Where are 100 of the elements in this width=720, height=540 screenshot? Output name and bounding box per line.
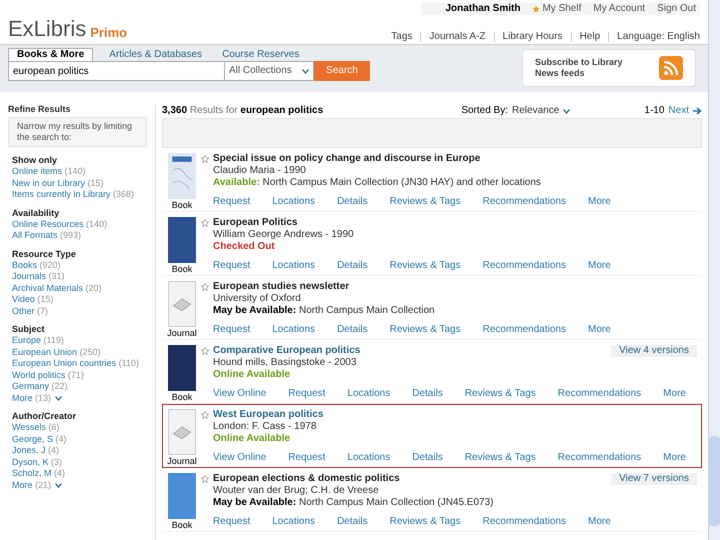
user-link[interactable]: My Account bbox=[593, 3, 646, 15]
nav-link[interactable]: Library Hours bbox=[502, 31, 563, 43]
chevron-down-icon[interactable] bbox=[563, 108, 570, 114]
facet-link[interactable]: Online items (140) bbox=[12, 166, 86, 178]
nav-link[interactable]: Language: English bbox=[617, 31, 700, 43]
chevron-down-icon[interactable] bbox=[55, 482, 62, 488]
action-link[interactable]: Reviews & Tags bbox=[390, 196, 461, 208]
action-link[interactable]: Locations bbox=[347, 452, 390, 464]
facet-link[interactable]: European Union countries (110) bbox=[12, 358, 139, 370]
nav-link[interactable]: Journals A-Z bbox=[429, 31, 486, 43]
facet-link[interactable]: European Union (250) bbox=[12, 346, 101, 358]
facet-link[interactable]: Books (920) bbox=[12, 260, 61, 271]
search-button[interactable]: Search bbox=[314, 61, 370, 81]
scrollbar[interactable] bbox=[708, 0, 720, 540]
action-link[interactable]: Details bbox=[412, 452, 443, 464]
star-icon[interactable] bbox=[201, 283, 209, 291]
action-link[interactable]: Reviews & Tags bbox=[390, 516, 461, 528]
facet-link[interactable]: Video (15) bbox=[12, 294, 54, 306]
facet-link[interactable]: Wessels (6) bbox=[12, 422, 60, 434]
action-link[interactable]: Recommendations bbox=[558, 388, 642, 400]
versions-link[interactable]: View 4 versions bbox=[611, 345, 697, 357]
star-icon[interactable] bbox=[201, 155, 209, 163]
search-field[interactable]: european politics bbox=[8, 61, 224, 81]
facet-link[interactable]: New in our Library (15) bbox=[12, 178, 104, 189]
user-link[interactable]: Sign Out bbox=[657, 3, 696, 15]
action-link[interactable]: Reviews & Tags bbox=[390, 324, 461, 336]
result-title[interactable]: European studies newsletter bbox=[213, 281, 350, 293]
facet-link[interactable]: More (13) bbox=[12, 392, 52, 404]
action-link[interactable]: Request bbox=[288, 452, 326, 464]
action-link[interactable]: Details bbox=[412, 388, 443, 400]
action-link[interactable]: Request bbox=[213, 516, 250, 528]
result-title[interactable]: Special issue on policy change and discourse in Europe bbox=[213, 153, 480, 165]
facet-link[interactable]: Archival Materials (20) bbox=[12, 282, 102, 294]
facet-link[interactable]: Online Resources (140) bbox=[12, 218, 108, 230]
action-link[interactable]: Locations bbox=[347, 388, 390, 400]
facet-link[interactable]: Journals (31) bbox=[12, 271, 65, 282]
action-link[interactable]: Details bbox=[337, 324, 368, 336]
nav-link[interactable]: Tags bbox=[391, 31, 412, 43]
versions-link[interactable]: View 7 versions bbox=[611, 473, 697, 485]
action-link[interactable]: More bbox=[663, 452, 686, 464]
action-link[interactable]: Recommendations bbox=[482, 196, 566, 208]
star-icon[interactable] bbox=[201, 219, 209, 227]
chevron-down-icon[interactable] bbox=[55, 396, 62, 401]
nav-link[interactable]: Help bbox=[580, 31, 600, 43]
action-link[interactable]: View Online bbox=[213, 388, 266, 400]
search-tab[interactable]: Books & More bbox=[8, 48, 94, 61]
facet-link[interactable]: World politics (71) bbox=[12, 370, 84, 381]
action-link[interactable]: View Online bbox=[213, 452, 266, 464]
scope-dropdown[interactable]: All Collections bbox=[224, 61, 314, 81]
facet-link[interactable]: Items currently in Library (368) bbox=[12, 189, 134, 200]
action-link[interactable]: Recommendations bbox=[558, 452, 642, 464]
facet-link[interactable]: More (21) bbox=[12, 480, 52, 491]
logo-product[interactable]: Primo bbox=[90, 25, 128, 41]
action-link[interactable]: More bbox=[663, 388, 686, 400]
action-link[interactable]: Reviews & Tags bbox=[390, 260, 461, 272]
action-link[interactable]: More bbox=[588, 196, 611, 208]
action-link[interactable]: Locations bbox=[272, 324, 316, 336]
chevron-down-icon[interactable] bbox=[302, 68, 309, 74]
facet-link[interactable]: Europe (119) bbox=[12, 335, 64, 346]
action-link[interactable]: Request bbox=[213, 260, 250, 272]
facet-link[interactable]: Germany (22) bbox=[12, 381, 68, 392]
star-icon[interactable] bbox=[201, 475, 209, 483]
subscribe-card[interactable]: Subscribe to Library News feeds bbox=[522, 49, 696, 87]
facet-link[interactable]: Jones, J (4) bbox=[12, 445, 60, 456]
user-link[interactable]: My Shelf bbox=[542, 3, 582, 15]
action-link[interactable]: Locations bbox=[272, 516, 316, 528]
action-link[interactable]: Details bbox=[337, 516, 368, 528]
action-link[interactable]: Details bbox=[337, 196, 368, 208]
search-tab[interactable]: Articles & Databases bbox=[105, 49, 206, 61]
result-title[interactable]: European elections & domestic politics bbox=[213, 473, 400, 485]
search-tab[interactable]: Course Reserves bbox=[218, 49, 304, 61]
result-title[interactable]: Comparative European politics bbox=[213, 345, 360, 357]
subscribe-text[interactable]: Subscribe to Library News feeds bbox=[535, 57, 635, 79]
result-title[interactable]: West European politics bbox=[213, 409, 324, 421]
action-link[interactable]: More bbox=[588, 260, 611, 272]
sort-dropdown[interactable]: Relevance bbox=[512, 105, 570, 117]
action-link[interactable]: Recommendations bbox=[482, 324, 566, 336]
star-icon[interactable] bbox=[201, 411, 209, 419]
logo-brand[interactable]: ExLibris bbox=[8, 17, 86, 41]
star-icon[interactable] bbox=[201, 347, 209, 355]
action-link[interactable]: More bbox=[588, 324, 611, 336]
action-link[interactable]: Request bbox=[288, 388, 326, 400]
action-link[interactable]: Locations bbox=[272, 260, 316, 272]
facet-link[interactable]: All Formats (993) bbox=[12, 230, 82, 242]
action-link[interactable]: Details bbox=[337, 260, 368, 272]
action-link[interactable]: Request bbox=[213, 196, 250, 208]
action-link[interactable]: More bbox=[588, 516, 611, 528]
action-link[interactable]: Reviews & Tags bbox=[464, 388, 536, 400]
facet-link[interactable]: Other (7) bbox=[12, 306, 48, 317]
arrow-right-icon[interactable] bbox=[692, 107, 702, 115]
action-link[interactable]: Locations bbox=[272, 196, 316, 208]
action-link[interactable]: Recommendations bbox=[482, 260, 566, 272]
next-link[interactable]: Next bbox=[668, 105, 689, 117]
action-link[interactable]: Request bbox=[213, 324, 250, 336]
facet-link[interactable]: Dyson, K (3) bbox=[12, 456, 62, 468]
rss-icon[interactable] bbox=[659, 56, 683, 80]
action-link[interactable]: Reviews & Tags bbox=[464, 452, 536, 464]
action-link[interactable]: Recommendations bbox=[482, 516, 566, 528]
result-title[interactable]: European Politics bbox=[213, 217, 298, 229]
facet-link[interactable]: George, S (4) bbox=[12, 434, 67, 445]
